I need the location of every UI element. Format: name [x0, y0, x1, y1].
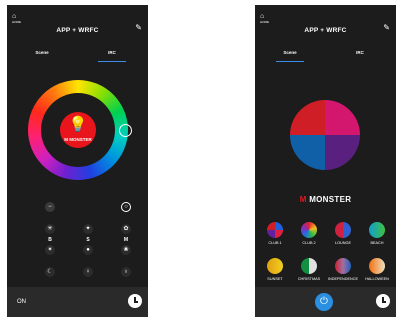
edit-icon[interactable]: ✎ [383, 24, 390, 32]
tab-bar: Scene IRC [255, 47, 396, 63]
color-picker-handle[interactable] [119, 124, 132, 137]
scene-club2-label: CLUB 2 [302, 241, 316, 245]
flower-small-icon[interactable]: ❀ [121, 245, 131, 255]
scene-christmas-label: CHRISTMAS [297, 277, 321, 281]
scene-independence-swatch[interactable] [335, 258, 351, 274]
header: ⌂ HOME APP + WRFC ✎ [7, 5, 148, 45]
house-icon: ⌂ [260, 13, 265, 20]
mode-label: M [123, 237, 129, 243]
tab-scene[interactable]: Scene [7, 50, 77, 55]
house-icon: ⌂ [12, 13, 17, 20]
lightbulb-icon: 💡 [68, 116, 88, 133]
brand-logo: M MONSTER [299, 195, 352, 204]
tab-scene[interactable]: Scene [255, 50, 325, 55]
strobe-label: S [86, 237, 90, 243]
flower-icon[interactable]: ✿ [121, 224, 131, 234]
bulb-icon[interactable]: ♀ [83, 267, 93, 277]
scene-halloween-label: HALLOWEEN [365, 277, 389, 281]
power-status[interactable]: ON [17, 299, 26, 305]
edit-icon[interactable]: ✎ [135, 24, 142, 32]
footer-bar: ⏻ [255, 287, 396, 317]
moon-icon[interactable]: ☾ [45, 267, 55, 277]
dot-icon[interactable]: ● [83, 245, 93, 255]
scene-independence-label: INDEPENDENCE [327, 277, 359, 281]
scene-screen: ⌂ HOME APP + WRFC ✎ Scene IRC M MONSTER … [255, 5, 396, 317]
circle-icon[interactable]: ○ [121, 202, 131, 212]
footer-bar: ON [7, 287, 148, 317]
scene-lounge-label: LOUNGE [334, 241, 352, 245]
scene-club1-swatch[interactable] [267, 222, 283, 238]
scene-christmas-swatch[interactable] [301, 258, 317, 274]
sun-small-icon[interactable]: ✶ [45, 245, 55, 255]
home-button[interactable]: ⌂ HOME [260, 13, 269, 24]
power-button-icon[interactable]: ⏻ [315, 293, 333, 311]
tab-irc[interactable]: IRC [77, 50, 147, 55]
app-title: APP + WRFC [304, 27, 347, 34]
tab-irc[interactable]: IRC [325, 50, 395, 55]
scene-sunset-label: SUNSET [267, 277, 283, 281]
brightness-label: B [48, 237, 52, 243]
active-tab-indicator [98, 61, 126, 62]
color-wheel-screen: ⌂ HOME APP + WRFC ✎ Scene IRC 💡 M MONSTE… [7, 5, 148, 317]
scene-sunset-swatch[interactable] [267, 258, 283, 274]
home-label: HOME [260, 20, 269, 24]
scene-lounge-swatch[interactable] [335, 222, 351, 238]
bulb-outline-icon[interactable]: ♁ [121, 267, 131, 277]
color-wheel[interactable]: 💡 M MONSTER [28, 80, 132, 180]
clock-icon[interactable] [376, 294, 390, 308]
brand-logo-small: M MONSTER [64, 137, 92, 142]
active-tab-indicator [276, 61, 304, 62]
home-label: HOME [12, 20, 21, 24]
star-icon[interactable]: ✦ [83, 224, 93, 234]
clock-icon[interactable] [128, 294, 142, 308]
minus-icon[interactable]: − [45, 202, 55, 212]
color-wheel-center: 💡 M MONSTER [41, 93, 115, 167]
scene-club1-label: CLUB 1 [268, 241, 282, 245]
scene-beach-label: BEACH [370, 241, 384, 245]
header: ⌂ HOME APP + WRFC ✎ [255, 5, 396, 45]
scene-club2-swatch[interactable] [301, 222, 317, 238]
scene-beach-swatch[interactable] [369, 222, 385, 238]
sun-icon[interactable]: ✳ [45, 224, 55, 234]
tab-bar: Scene IRC [7, 47, 148, 63]
scene-halloween-swatch[interactable] [369, 258, 385, 274]
app-title: APP + WRFC [56, 27, 99, 34]
scene-color-preview[interactable] [290, 100, 360, 170]
home-button[interactable]: ⌂ HOME [12, 13, 21, 24]
light-button[interactable]: 💡 M MONSTER [60, 112, 96, 148]
